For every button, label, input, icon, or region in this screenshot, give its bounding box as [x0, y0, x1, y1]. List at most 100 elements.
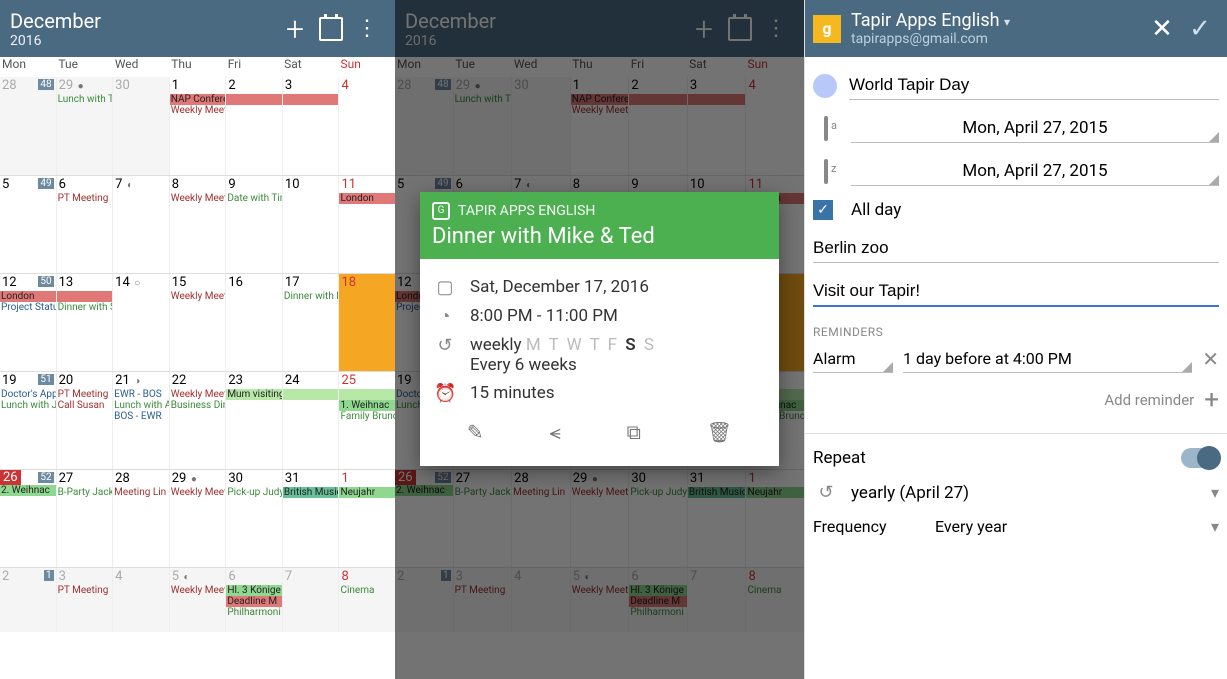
add-reminder-button[interactable]: Add reminder +: [813, 385, 1219, 415]
day-cell[interactable]: 8Cinema: [339, 568, 395, 632]
event-chip[interactable]: Family Brunch: [339, 411, 395, 422]
event-chip[interactable]: 2. Weihnac: [0, 485, 56, 496]
day-cell[interactable]: 17Dinner with Mike & Ted: [283, 274, 340, 371]
event-chip[interactable]: Philharmoni: [226, 607, 282, 618]
event-chip[interactable]: Project Status Meet: [0, 302, 56, 313]
event-chip[interactable]: 1. Weihnac: [339, 400, 395, 411]
event-chip[interactable]: Pick-up Judy: [226, 487, 282, 498]
day-cell[interactable]: 27B-Party Jack: [57, 470, 114, 567]
event-chip[interactable]: Weekly Meeting: [170, 291, 226, 302]
day-cell[interactable]: 29 ●Weekly Meeting: [170, 470, 227, 567]
event-chip[interactable]: Weekly Meeting: [170, 105, 226, 116]
delete-button[interactable]: 🗑: [707, 420, 732, 444]
day-cell[interactable]: 11London: [339, 176, 395, 273]
event-chip[interactable]: Hl. 3 Könige: [226, 585, 282, 596]
copy-button[interactable]: ⧉: [627, 420, 641, 444]
header-title[interactable]: December 2016: [10, 9, 277, 49]
day-cell[interactable]: 6Hl. 3 KönigeDeadline MPhilharmoni: [226, 568, 283, 632]
today-button[interactable]: [313, 11, 349, 47]
frequency-row[interactable]: Frequency Every year ▾: [813, 517, 1219, 536]
day-cell[interactable]: 25 1. WeihnacFamily Brunch: [339, 372, 395, 469]
event-chip[interactable]: Dinner with Mike & Ted: [283, 291, 339, 302]
reminder-time-select[interactable]: 1 day before at 4:00 PM: [903, 345, 1192, 373]
add-event-button[interactable]: [277, 11, 313, 47]
event-chip[interactable]: Cinema: [339, 585, 395, 596]
start-date-field[interactable]: Mon, April 27, 2015: [851, 114, 1219, 143]
calendar-selector[interactable]: Tapir Apps English ▾ tapirapps@gmail.com: [851, 10, 1143, 47]
day-cell[interactable]: 16: [226, 274, 283, 371]
day-cell[interactable]: 24: [283, 372, 340, 469]
event-chip[interactable]: PT Meeting: [57, 389, 113, 400]
day-cell[interactable]: 13 Dinner with Sam: [57, 274, 114, 371]
event-chip[interactable]: Meeting Lin: [113, 487, 169, 498]
event-chip[interactable]: Business Dinner: [170, 400, 226, 411]
day-cell[interactable]: 2: [226, 77, 283, 175]
overflow-menu-button[interactable]: [349, 11, 385, 47]
save-button[interactable]: ✓: [1181, 14, 1219, 44]
event-chip[interactable]: EWR - BOS: [113, 389, 169, 400]
event-chip[interactable]: B-Party Jack: [57, 487, 113, 498]
event-chip[interactable]: Lunch with Tim: [57, 94, 113, 105]
day-cell[interactable]: 1951Doctor's AppointmenLunch with Joe: [0, 372, 57, 469]
event-chip[interactable]: Mum visiting: [226, 389, 282, 400]
day-cell[interactable]: 14 ○: [113, 274, 170, 371]
event-chip[interactable]: Deadline M: [226, 596, 282, 607]
day-cell[interactable]: 15Weekly Meeting: [170, 274, 227, 371]
day-cell[interactable]: 30Pick-up Judy: [226, 470, 283, 567]
event-chip[interactable]: Lunch with Adam: [113, 400, 169, 411]
day-cell[interactable]: 10: [283, 176, 340, 273]
event-chip[interactable]: London: [0, 291, 56, 302]
event-chip[interactable]: British Music Fest: [283, 487, 339, 498]
day-cell[interactable]: 21 ◑EWR - BOSLunch with AdamBOS - EWR: [113, 372, 170, 469]
day-cell[interactable]: 7 ◐: [113, 176, 170, 273]
event-chip[interactable]: PT Meeting: [57, 193, 113, 204]
color-picker[interactable]: [813, 74, 837, 98]
event-chip[interactable]: Weekly Meeting: [170, 487, 226, 498]
event-chip[interactable]: Doctor's Appointmen: [0, 389, 56, 400]
cancel-button[interactable]: ✕: [1143, 14, 1181, 44]
day-cell[interactable]: 26522. Weihnac: [0, 470, 57, 567]
day-cell[interactable]: 4: [113, 568, 170, 632]
event-chip[interactable]: PT Meeting: [57, 585, 113, 596]
day-cell[interactable]: 1Neujahr: [339, 470, 395, 567]
day-cell[interactable]: 7: [283, 568, 340, 632]
day-cell[interactable]: 1NAP ConferenceWeekly Meeting: [170, 77, 227, 175]
end-date-field[interactable]: Mon, April 27, 2015: [851, 157, 1219, 186]
day-cell[interactable]: 8Weekly Meeting: [170, 176, 227, 273]
repeat-toggle[interactable]: [1181, 448, 1219, 468]
event-chip[interactable]: Neujahr: [339, 487, 395, 498]
day-cell[interactable]: 18: [339, 274, 395, 371]
day-cell[interactable]: 22Weekly MeetingBusiness Dinner: [170, 372, 227, 469]
event-chip[interactable]: Lunch with Joe: [0, 400, 56, 411]
allday-checkbox[interactable]: ✓: [813, 200, 833, 220]
day-cell[interactable]: 21: [0, 568, 57, 632]
event-chip[interactable]: Date with Tina: [226, 193, 282, 204]
day-cell[interactable]: 28Meeting Lin: [113, 470, 170, 567]
title-input[interactable]: [849, 71, 1219, 100]
share-button[interactable]: ⪪: [549, 420, 560, 444]
day-cell[interactable]: 1250LondonProject Status Meet: [0, 274, 57, 371]
event-chip[interactable]: London: [339, 193, 395, 204]
event-chip[interactable]: [57, 291, 113, 302]
day-cell[interactable]: 29 ●Lunch with Tim: [57, 77, 114, 175]
day-cell[interactable]: 549: [0, 176, 57, 273]
day-cell[interactable]: 20PT MeetingCall Susan: [57, 372, 114, 469]
day-cell[interactable]: 2848: [0, 77, 57, 175]
day-cell[interactable]: 6PT Meeting: [57, 176, 114, 273]
day-cell[interactable]: 9Date with Tina: [226, 176, 283, 273]
remove-reminder-button[interactable]: ✕: [1202, 347, 1219, 371]
event-chip[interactable]: NAP Conference: [170, 94, 226, 105]
event-chip[interactable]: Weekly Meeting: [170, 585, 226, 596]
event-chip[interactable]: Dinner with Sam: [57, 302, 113, 313]
description-input[interactable]: [813, 277, 1219, 307]
day-cell[interactable]: 23Mum visiting: [226, 372, 283, 469]
day-cell[interactable]: 31British Music Fest: [283, 470, 340, 567]
event-chip[interactable]: Call Susan: [57, 400, 113, 411]
event-chip[interactable]: Weekly Meeting: [170, 193, 226, 204]
day-cell[interactable]: 5 ◐Weekly Meeting: [170, 568, 227, 632]
location-input[interactable]: [813, 234, 1219, 263]
reminder-type-select[interactable]: Alarm: [813, 345, 893, 373]
event-chip[interactable]: BOS - EWR: [113, 411, 169, 422]
day-cell[interactable]: 3PT Meeting: [57, 568, 114, 632]
edit-button[interactable]: ✎: [467, 420, 484, 444]
